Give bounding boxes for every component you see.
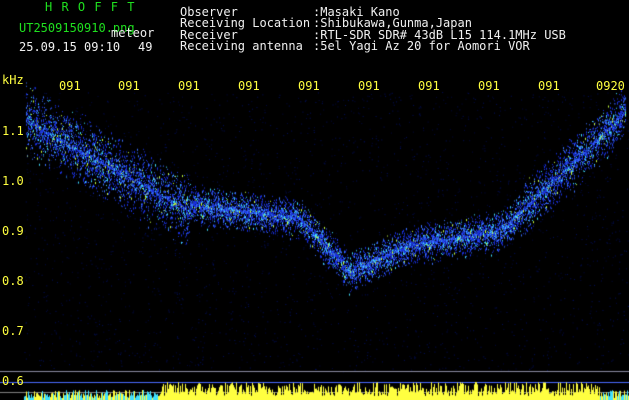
x-tick-label: 091 [178, 79, 200, 93]
y-tick-label: 1.0 [2, 174, 24, 188]
date-time: 25.09.15 09:10 [19, 40, 121, 54]
y-tick-label: 0.7 [2, 324, 24, 338]
y-tick-label: 1.1 [2, 124, 24, 138]
x-tick-label: 091 [538, 79, 560, 93]
antenna-value: :5el Yagi Az 20 for Aomori VOR [313, 39, 530, 53]
x-tick-label: 091 [358, 79, 380, 93]
y-unit-label: kHz [2, 73, 24, 87]
antenna-label: Receiving antenna [180, 39, 303, 53]
y-tick-label: 0.8 [2, 274, 24, 288]
y-tick-label: 0.9 [2, 224, 24, 238]
detection-tag: meteor [111, 26, 155, 40]
x-tick-label: 091 [118, 79, 140, 93]
spectrogram-canvas [0, 0, 629, 400]
brand-title: H R O F F T [45, 0, 136, 14]
x-tick-label: 091 [238, 79, 260, 93]
x-tick-label: 091 [298, 79, 320, 93]
x-tick-label: 091 [478, 79, 500, 93]
x-tick-label: 091 [59, 79, 81, 93]
x-tick-label: 0920 [596, 79, 625, 93]
y-tick-label: 0.6 [2, 374, 24, 388]
detection-count: 49 [138, 40, 153, 54]
x-tick-label: 091 [418, 79, 440, 93]
